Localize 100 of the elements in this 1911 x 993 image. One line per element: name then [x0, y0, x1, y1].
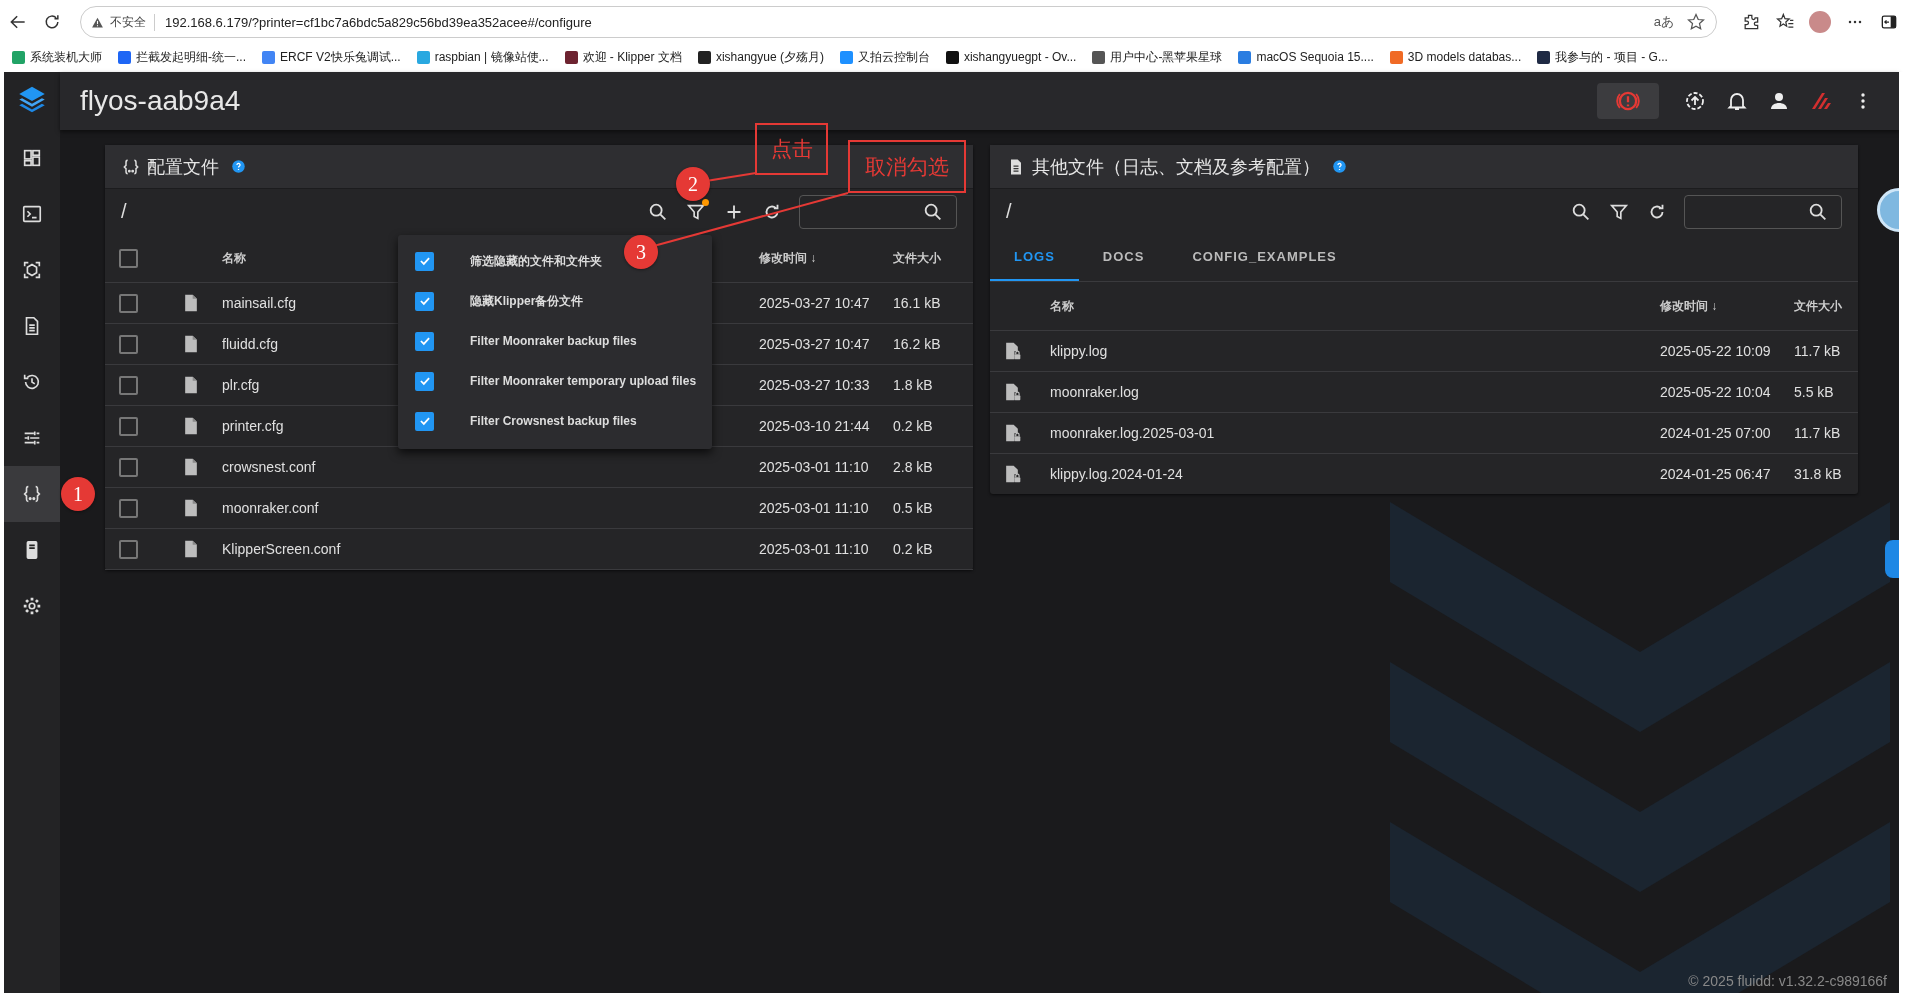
bookmark[interactable]: 欢迎 - Klipper 文档: [564, 48, 682, 66]
option-checkbox[interactable]: [415, 331, 434, 351]
gear-icon: [21, 595, 43, 617]
path-text: /: [1006, 200, 1012, 223]
option-checkbox[interactable]: [415, 251, 434, 271]
file-size: 1.8 kB: [893, 377, 933, 393]
file-name: mainsail.cfg: [222, 295, 296, 311]
bookmark[interactable]: ERCF V2快乐兔调试...: [262, 48, 401, 66]
column-header[interactable]: 名称: [222, 249, 246, 267]
bookmark[interactable]: 系统装机大师: [12, 48, 102, 66]
column-header[interactable]: 名称: [1050, 297, 1074, 315]
option-checkbox[interactable]: [415, 371, 434, 391]
select-all-checkbox[interactable]: [119, 248, 138, 268]
file-size: 0.2 kB: [893, 541, 933, 557]
column-header[interactable]: 文件大小: [1794, 297, 1842, 315]
file-row[interactable]: klippy.log.2024-01-24 2024-01-25 06:47 31.8 kB: [990, 454, 1858, 494]
bookmark[interactable]: xishangyuegpt - Ov...: [945, 50, 1077, 64]
column-header[interactable]: 修改时间 ↓: [1660, 297, 1718, 315]
file-name: fluidd.cfg: [222, 336, 279, 352]
row-checkbox[interactable]: [119, 539, 138, 559]
file-row[interactable]: moonraker.log.2025-03-01 2024-01-25 07:00 11.7 kB: [990, 413, 1858, 454]
search-field[interactable]: [799, 194, 957, 229]
tab[interactable]: LOGS: [990, 234, 1079, 281]
file-size: 0.5 kB: [893, 500, 933, 516]
emergency-stop-button[interactable]: [1597, 83, 1659, 119]
bookmark[interactable]: 拦截发起明细-统一...: [118, 48, 246, 66]
modified-time: 2025-05-22 10:04: [1660, 384, 1771, 400]
file-name: printer.cfg: [222, 418, 284, 434]
file-size: 5.5 kB: [1794, 384, 1834, 400]
filter-option[interactable]: 隐藏Klipper备份文件: [470, 292, 584, 310]
bookmark[interactable]: xishangyue (夕殇月): [697, 48, 824, 66]
file-size: 16.2 kB: [893, 336, 941, 352]
file-size: 16.1 kB: [893, 295, 941, 311]
modified-time: 2024-01-25 07:00: [1660, 425, 1771, 441]
braces-icon: [21, 483, 43, 505]
footer-text: © 2025 fluidd: v1.32.2-c989166f: [1688, 973, 1887, 989]
callout-box: 取消勾选: [848, 140, 966, 193]
filter-option[interactable]: Filter Moonraker temporary upload files: [470, 374, 697, 388]
modified-time: 2025-03-27 10:47: [759, 295, 870, 311]
card-title: 配置文件: [147, 155, 219, 179]
bookmark[interactable]: 又拍云控制台: [839, 48, 930, 66]
row-checkbox[interactable]: [119, 293, 138, 313]
bookmark[interactable]: 用户中心-黑苹果星球: [1092, 48, 1223, 66]
cube-icon: [21, 259, 43, 281]
file-name: moonraker.log.2025-03-01: [1050, 425, 1215, 441]
callout-box: 点击: [755, 123, 828, 175]
filter-option[interactable]: Filter Moonraker backup files: [470, 334, 637, 348]
file-name: KlipperScreen.conf: [222, 541, 341, 557]
file-row[interactable]: moonraker.log 2025-05-22 10:04 5.5 kB: [990, 372, 1858, 413]
search-field[interactable]: [1684, 194, 1842, 229]
modified-time: 2025-03-27 10:33: [759, 377, 870, 393]
tab[interactable]: DOCS: [1078, 234, 1169, 281]
row-checkbox[interactable]: [119, 375, 138, 395]
file-size: 0.2 kB: [893, 418, 933, 434]
dashboard-icon: [21, 147, 43, 169]
tab[interactable]: CONFIG_EXAMPLES: [1168, 234, 1361, 281]
column-header[interactable]: 文件大小: [893, 249, 941, 267]
modified-time: 2025-03-01 11:10: [759, 459, 869, 475]
filter-option[interactable]: 筛选隐藏的文件和文件夹: [470, 252, 602, 270]
file-name: klippy.log: [1050, 343, 1108, 359]
printer-title: flyos-aab9a4: [80, 85, 241, 117]
file-name: klippy.log.2024-01-24: [1050, 466, 1183, 482]
profile-avatar[interactable]: [1809, 11, 1831, 33]
filter-option[interactable]: Filter Crowsnest backup files: [470, 414, 637, 428]
security-label: 不安全: [110, 13, 155, 31]
file-row[interactable]: moonraker.conf 2025-03-01 11:10 0.5 kB: [105, 488, 973, 529]
file-size: 11.7 kB: [1794, 343, 1841, 359]
file-name: crowsnest.conf: [222, 459, 316, 475]
url-text: 192.168.6.179/?printer=cf1bc7a6bdc5a829c56bd39ea352acee#/configure: [165, 14, 592, 30]
file-row[interactable]: klippy.log 2025-05-22 10:09 11.7 kB: [990, 331, 1858, 372]
option-checkbox[interactable]: [415, 411, 434, 431]
upload-icon[interactable]: [1683, 89, 1707, 113]
card-title: 其他文件（日志、文档及参考配置）: [1032, 155, 1320, 179]
modified-time: 2025-03-10 21:44: [759, 418, 870, 434]
file-name: moonraker.log: [1050, 384, 1139, 400]
translate-button[interactable]: aあ: [1653, 13, 1674, 31]
star-icon[interactable]: [1686, 12, 1706, 32]
file-name: plr.cfg: [222, 377, 260, 393]
modified-time: 2025-05-22 10:09: [1660, 343, 1771, 359]
bookmark[interactable]: 我参与的 - 项目 - G...: [1537, 48, 1668, 66]
modified-time: 2025-03-27 10:47: [759, 336, 870, 352]
row-checkbox[interactable]: [119, 498, 138, 518]
option-checkbox[interactable]: [415, 291, 434, 311]
modified-time: 2025-03-01 11:10: [759, 541, 869, 557]
help-icon[interactable]: [231, 159, 246, 174]
row-checkbox[interactable]: [119, 457, 138, 477]
help-icon[interactable]: [1332, 159, 1347, 174]
file-size: 2.8 kB: [893, 459, 933, 475]
row-checkbox[interactable]: [119, 334, 138, 354]
row-checkbox[interactable]: [119, 416, 138, 436]
path-text: /: [121, 200, 127, 223]
bookmark[interactable]: raspbian | 镜像站使...: [416, 48, 549, 66]
bookmark[interactable]: macOS Sequoia 15....: [1238, 50, 1374, 64]
column-header[interactable]: 修改时间 ↓: [759, 249, 817, 267]
file-size: 11.7 kB: [1794, 425, 1841, 441]
file-name: moonraker.conf: [222, 500, 319, 516]
file-row[interactable]: KlipperScreen.conf 2025-03-01 11:10 0.2 kB: [105, 529, 973, 570]
modified-time: 2025-03-01 11:10: [759, 500, 869, 516]
warning-icon: [91, 15, 104, 29]
bookmark[interactable]: 3D models databas...: [1389, 50, 1522, 64]
